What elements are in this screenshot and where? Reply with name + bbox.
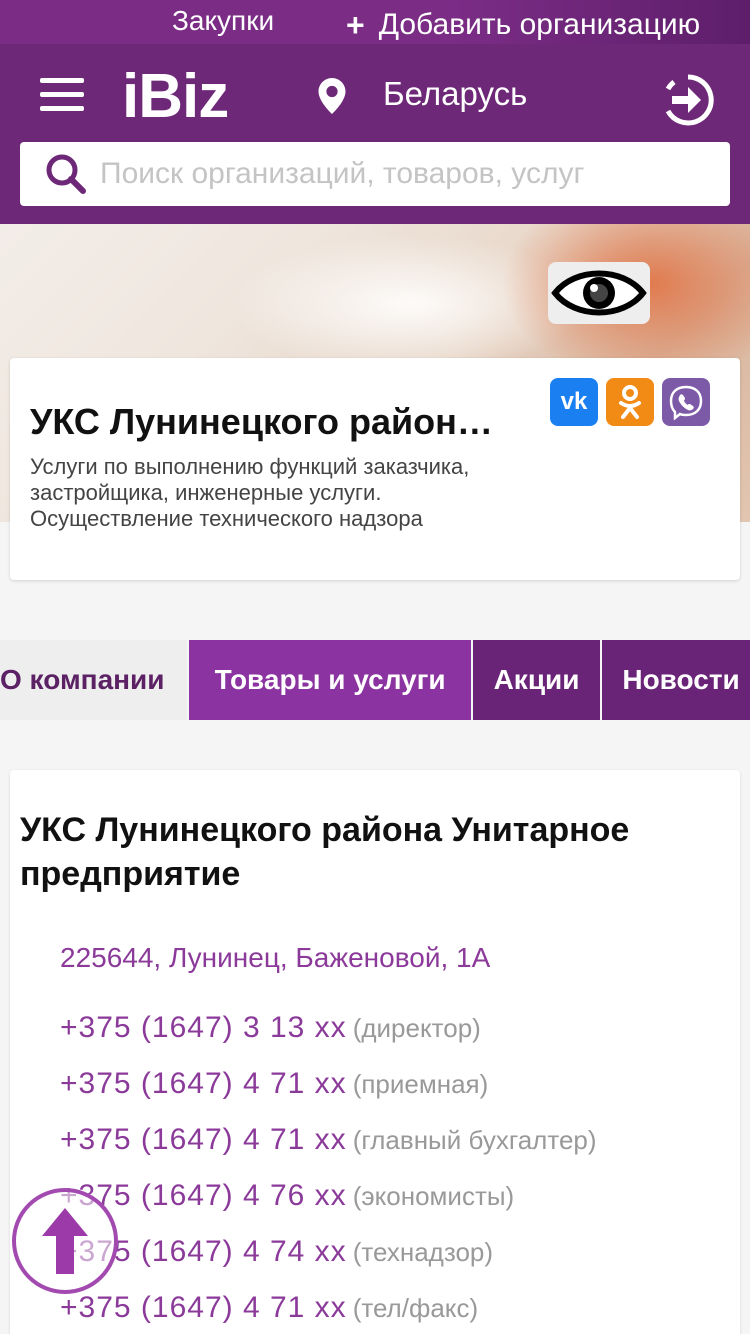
tab-news[interactable]: Новости [602,640,750,720]
eye-icon [551,270,647,316]
phone-number-link[interactable]: +375 (1647) 3 13 xx [60,1011,347,1044]
company-summary-card: УКС Лунинецкого района Унитарное предпри… [10,358,740,580]
odnoklassniki-icon[interactable] [606,378,654,426]
phone-row: +375 (1647) 3 13 xx (директор) [60,1008,481,1048]
tab-about[interactable]: О компании [0,640,188,720]
phone-number-link[interactable]: +375 (1647) 4 71 xx [60,1123,347,1156]
search-icon[interactable] [44,152,88,196]
region-selector[interactable]: Беларусь [383,74,527,114]
phone-row: +375 (1647) 4 71 xx (главный бухгалтер) [60,1120,597,1160]
company-name: УКС Лунинецкого района Унитарное предпри… [30,401,500,442]
plus-icon: + [346,7,365,43]
add-organization-label: Добавить организацию [378,8,701,41]
viber-icon[interactable] [662,378,710,426]
company-info-card: УКС Лунинецкого района Унитарное предпри… [10,770,740,1334]
header: iBiz Беларусь [0,44,750,224]
section-tabs: О компании Товары и услуги Акции Новости [0,640,750,720]
login-icon[interactable] [662,74,714,126]
purchases-link[interactable]: Закупки [172,6,274,36]
phone-role: (директор) [352,1013,481,1043]
phone-role: (приемная) [352,1069,489,1099]
phone-number-link[interactable]: +375 (1647) 4 71 xx [60,1291,347,1324]
phone-row: +375 (1647) 4 74 xx (технадзор) [60,1232,493,1272]
company-description: Услуги по выполнению функций заказчика, … [30,454,470,531]
menu-icon[interactable] [40,78,84,112]
accessibility-eye-button[interactable] [548,262,650,324]
phone-role: (главный бухгалтер) [352,1125,597,1155]
phone-role: (технадзор) [352,1237,494,1267]
logo[interactable]: iBiz [122,62,229,132]
arrow-up-icon [42,1208,88,1274]
add-organization-link[interactable]: + Добавить организацию [346,8,700,42]
phone-row: +375 (1647) 4 76 xx (экономисты) [60,1176,514,1216]
company-address-link[interactable]: 225644, Лунинец, Баженовой, 1А [60,940,490,976]
top-bar: Закупки + Добавить организацию [0,0,750,44]
phone-row: +375 (1647) 4 71 xx (приемная) [60,1064,488,1104]
search-bar [20,142,730,206]
location-pin-icon [318,78,346,114]
tab-products-services[interactable]: Товары и услуги [189,640,471,720]
scroll-to-top-button[interactable] [12,1188,118,1294]
company-full-name: УКС Лунинецкого района Унитарное предпри… [20,811,630,893]
phone-number-link[interactable]: +375 (1647) 4 71 xx [60,1067,347,1100]
search-input[interactable] [100,157,700,191]
phone-row: +375 (1647) 4 71 xx (тел/факс) [60,1288,478,1328]
tab-promotions[interactable]: Акции [472,640,601,720]
phone-role: (тел/факс) [352,1293,479,1323]
phone-role: (экономисты) [352,1181,515,1211]
vk-icon[interactable]: vk [550,378,598,426]
